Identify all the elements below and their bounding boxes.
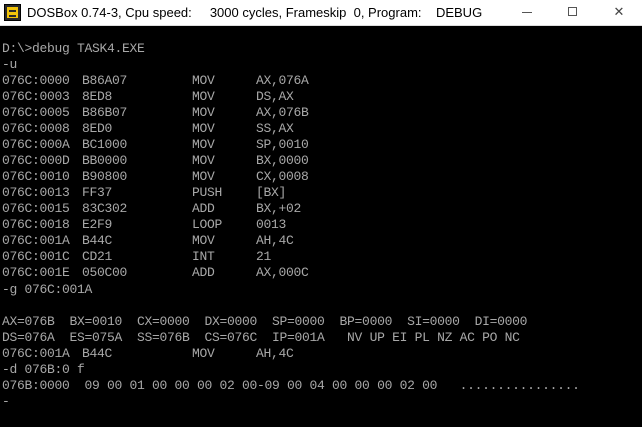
disasm-operands: 21: [256, 249, 272, 264]
disasm-mnemonic: MOV: [192, 233, 215, 248]
disasm-bytes: 050C00: [82, 265, 128, 280]
disasm-operands: SS,AX: [256, 121, 294, 136]
dosbox-app-icon: [4, 4, 21, 21]
memory-dump-line: 076B:0000 09 00 01 00 00 00 02 00-09 00 …: [2, 378, 580, 393]
prompt-unassemble: -u: [2, 57, 18, 72]
current-instr-operands: AH,4C: [256, 346, 294, 361]
disasm-address: 076C:0003: [2, 89, 70, 104]
close-icon: ✕: [613, 5, 625, 20]
disasm-bytes: 83C302: [82, 201, 128, 216]
disasm-mnemonic: ADD: [192, 265, 215, 280]
disasm-mnemonic: MOV: [192, 105, 215, 120]
maximize-icon: [568, 7, 577, 16]
disasm-mnemonic: ADD: [192, 201, 215, 216]
minimize-icon: [522, 12, 532, 13]
dos-console[interactable]: D:\>debug TASK4.EXE -u 076C:0000 B86A07 MO…: [0, 26, 642, 427]
disasm-bytes: B86A07: [82, 73, 128, 88]
disasm-mnemonic: MOV: [192, 169, 215, 184]
disasm-bytes: BC1000: [82, 137, 128, 152]
disasm-operands: BX,0000: [256, 153, 309, 168]
prompt-final: -: [2, 394, 10, 409]
disasm-address: 076C:001E: [2, 265, 70, 280]
disasm-address: 076C:0000: [2, 73, 70, 88]
disasm-operands: 0013: [256, 217, 287, 232]
disasm-bytes: B86B07: [82, 105, 128, 120]
disasm-operands: AX,076A: [256, 73, 309, 88]
disasm-address: 076C:0013: [2, 185, 70, 200]
title-bar: DOSBox 0.74-3, Cpu speed: 3000 cycles, F…: [0, 0, 642, 26]
disasm-address: 076C:0015: [2, 201, 70, 216]
command-line: D:\>debug TASK4.EXE: [2, 41, 145, 56]
current-instruction: 076C:001A B44C MOV AH,4C: [2, 346, 294, 362]
disasm-mnemonic: MOV: [192, 153, 215, 168]
disasm-address: 076C:0008: [2, 121, 70, 136]
current-instr-bytes: B44C: [82, 346, 113, 361]
disasm-operands: BX,+02: [256, 201, 302, 216]
disasm-mnemonic: MOV: [192, 121, 215, 136]
disasm-address: 076C:0018: [2, 217, 70, 232]
disasm-mnemonic: INT: [192, 249, 215, 264]
disasm-operands: AH,4C: [256, 233, 294, 248]
current-instr-mnemonic: MOV: [192, 346, 215, 361]
disasm-address: 076C:0005: [2, 105, 70, 120]
disasm-mnemonic: LOOP: [192, 217, 223, 232]
registers-line-2: DS=076A ES=075A SS=076B CS=076C IP=001A …: [2, 330, 520, 345]
disasm-bytes: E2F9: [82, 217, 113, 232]
disasm-address: 076C:000A: [2, 137, 70, 152]
disasm-mnemonic: MOV: [192, 137, 215, 152]
disasm-mnemonic: MOV: [192, 89, 215, 104]
current-instr-address: 076C:001A: [2, 346, 70, 361]
disasm-bytes: CD21: [82, 249, 113, 264]
disasm-operands: [BX]: [256, 185, 287, 200]
disasm-bytes: 8ED0: [82, 121, 113, 136]
disasm-bytes: 8ED8: [82, 89, 113, 104]
disasm-address: 076C:0010: [2, 169, 70, 184]
disasm-address: 076C:000D: [2, 153, 70, 168]
close-button[interactable]: ✕: [596, 0, 642, 25]
disasm-operands: SP,0010: [256, 137, 309, 152]
disasm-bytes: B44C: [82, 233, 113, 248]
disasm-operands: AX,000C: [256, 265, 309, 280]
disasm-mnemonic: MOV: [192, 73, 215, 88]
window-title: DOSBox 0.74-3, Cpu speed: 3000 cycles, F…: [27, 5, 483, 20]
disasm-operands: DS,AX: [256, 89, 294, 104]
disasm-address: 076C:001C: [2, 249, 70, 264]
prompt-dump: -d 076B:0 f: [2, 362, 85, 377]
disasm-bytes: FF37: [82, 185, 113, 200]
disasm-bytes: B90800: [82, 169, 128, 184]
minimize-button[interactable]: [504, 0, 550, 25]
maximize-button[interactable]: [550, 0, 596, 25]
disasm-operands: CX,0008: [256, 169, 309, 184]
prompt-go: -g 076C:001A: [2, 282, 93, 297]
disasm-mnemonic: PUSH: [192, 185, 223, 200]
registers-line-1: AX=076B BX=0010 CX=0000 DX=0000 SP=0000 …: [2, 314, 528, 329]
disasm-address: 076C:001A: [2, 233, 70, 248]
disasm-operands: AX,076B: [256, 105, 309, 120]
disasm-bytes: BB0000: [82, 153, 128, 168]
